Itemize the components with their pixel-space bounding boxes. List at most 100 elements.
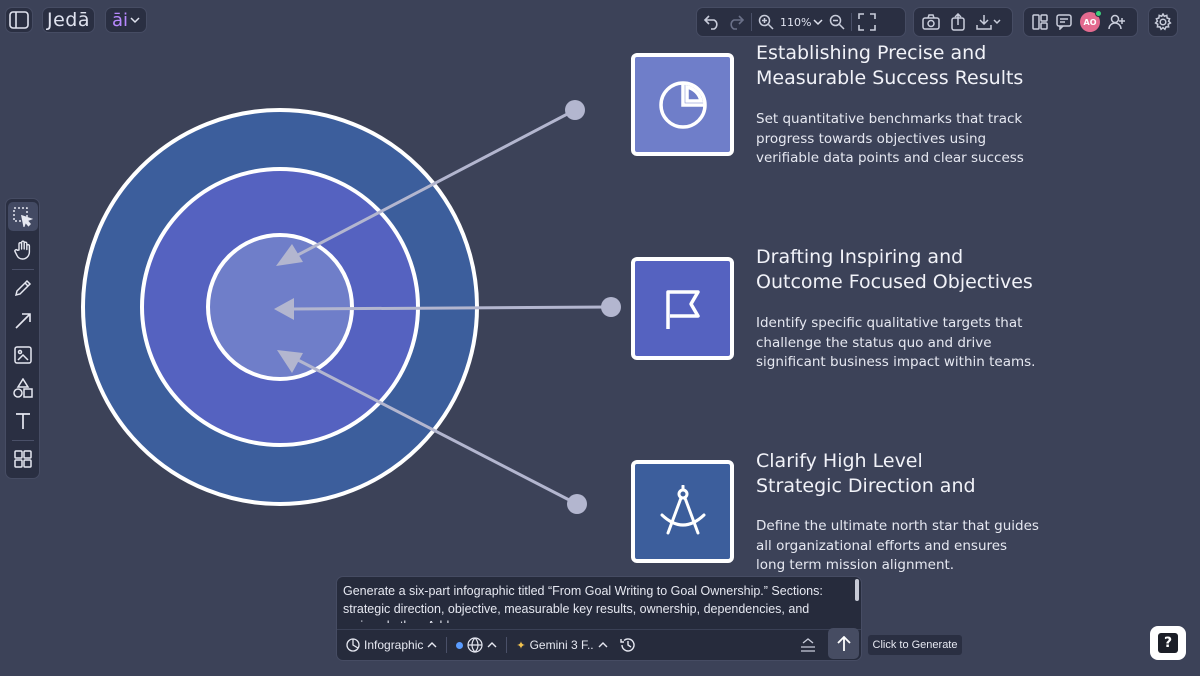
download-icon <box>976 15 1001 30</box>
divider <box>851 13 853 31</box>
shapes-tool[interactable] <box>8 373 38 402</box>
zoom-level: 110% <box>780 15 812 29</box>
image-tool[interactable] <box>8 340 38 369</box>
arrow-tool[interactable] <box>8 307 38 336</box>
export-toolbar <box>913 7 1013 37</box>
view-toolbar: 110% <box>696 7 906 37</box>
comment-icon <box>1056 14 1072 30</box>
app-logo[interactable]: Jedā <box>42 7 95 33</box>
text-icon <box>15 413 30 430</box>
sidebar-icon <box>9 11 29 29</box>
inner-ring <box>206 233 354 381</box>
zoom-out-button[interactable] <box>829 14 845 30</box>
sidebar-toggle-button[interactable] <box>5 7 33 33</box>
zoom-level-dropdown[interactable]: 110% <box>780 16 823 29</box>
pie-chart-icon <box>658 80 707 129</box>
hand-tool[interactable] <box>8 235 38 264</box>
pencil-tool[interactable] <box>8 273 38 302</box>
prompt-options-bar: Infographic ✦ Gemini 3 F.. <box>337 629 861 660</box>
chevron-up-icon <box>598 642 608 648</box>
item-2-title: Drafting Inspiring and Outcome Focused O… <box>756 246 1033 293</box>
shapes-icon <box>12 377 33 398</box>
prompt-scrollbar[interactable] <box>855 579 859 601</box>
middle-ring <box>140 167 420 447</box>
item-3-icon-box <box>631 460 734 563</box>
item-1-title: Establishing Precise and Measurable Succ… <box>756 42 1024 89</box>
item-3-description: Define the ultimate north star that guid… <box>756 518 1039 573</box>
drawing-tools-rail <box>5 198 40 479</box>
select-tool[interactable] <box>7 202 38 232</box>
hand-icon <box>13 240 30 260</box>
zoom-in-icon <box>758 14 774 30</box>
item-1-description: Set quantitative benchmarks that track p… <box>756 111 1024 166</box>
mode-selector[interactable]: Infographic <box>343 636 440 654</box>
mode-label: Infographic <box>364 638 424 652</box>
online-status-dot <box>1095 10 1102 17</box>
arrowhead-2 <box>274 298 294 320</box>
item-1-icon-box <box>631 53 734 156</box>
redo-button[interactable] <box>727 14 745 30</box>
gear-icon <box>1154 13 1172 31</box>
generate-button[interactable] <box>828 628 859 659</box>
model-selector[interactable]: ✦ Gemini 3 F.. <box>513 636 610 654</box>
share-button[interactable] <box>950 13 966 31</box>
outer-ring <box>81 108 479 506</box>
connector-line-3 <box>293 356 578 506</box>
item-2-icon-box <box>631 257 734 360</box>
undo-icon <box>703 15 718 30</box>
question-mark-icon: ? <box>1158 633 1178 653</box>
generate-tooltip: Click to Generate <box>868 635 962 655</box>
connector-line-1 <box>291 108 576 260</box>
fit-screen-button[interactable] <box>858 13 877 31</box>
chevron-down-icon <box>130 17 140 24</box>
globe-icon <box>467 637 483 653</box>
connector-dot-2 <box>601 297 621 317</box>
connector-dot-3 <box>567 494 587 514</box>
item-3-title: Clarify High Level Strategic Direction a… <box>756 450 976 497</box>
camera-icon <box>922 14 940 30</box>
connector-dot-1 <box>565 100 585 120</box>
history-button[interactable] <box>617 635 639 655</box>
redo-icon <box>730 15 745 30</box>
zoom-out-icon <box>830 14 845 30</box>
item-2-description: Identify specific qualitative targets th… <box>756 315 1036 370</box>
screenshot-button[interactable] <box>922 14 940 30</box>
text-tool[interactable] <box>8 406 38 435</box>
help-button[interactable]: ? <box>1150 626 1186 660</box>
user-avatar[interactable]: AO <box>1080 10 1102 32</box>
divider <box>11 268 34 270</box>
layout-icon <box>1032 14 1048 30</box>
chevron-up-icon <box>487 642 497 648</box>
layout-button[interactable] <box>1032 14 1048 30</box>
avatar-initials: AO <box>1083 17 1097 27</box>
invite-user-button[interactable] <box>1108 14 1126 30</box>
divider <box>11 439 34 441</box>
comments-button[interactable] <box>1056 14 1072 30</box>
chevron-down-icon <box>813 19 823 26</box>
history-icon <box>619 638 635 652</box>
compass-icon <box>660 484 705 534</box>
web-search-toggle[interactable] <box>453 635 500 655</box>
fit-screen-icon <box>858 13 877 31</box>
collaboration-toolbar: AO <box>1023 7 1138 37</box>
divider <box>506 637 508 653</box>
zoom-in-button[interactable] <box>758 14 774 30</box>
expand-prompt-button[interactable] <box>797 636 819 654</box>
arrow-up-icon <box>836 635 851 651</box>
ai-menu-label: āi <box>111 9 129 31</box>
ai-menu-button[interactable]: āi <box>105 7 147 33</box>
infographic-mode-icon <box>346 638 360 652</box>
pencil-icon <box>14 280 31 297</box>
settings-button[interactable] <box>1148 7 1178 37</box>
collapse-icon <box>801 638 815 652</box>
arrowhead-3 <box>277 350 303 373</box>
model-label: Gemini 3 F.. <box>529 638 594 652</box>
download-button[interactable] <box>976 14 1002 30</box>
prompt-textarea[interactable]: Generate a six-part infographic titled “… <box>343 583 848 623</box>
ai-prompt-panel: Generate a six-part infographic titled “… <box>336 576 862 661</box>
chevron-up-icon <box>427 642 437 648</box>
logo-text: Jedā <box>47 9 90 31</box>
status-dot <box>456 641 464 649</box>
undo-button[interactable] <box>703 14 721 30</box>
templates-tool[interactable] <box>8 445 38 474</box>
